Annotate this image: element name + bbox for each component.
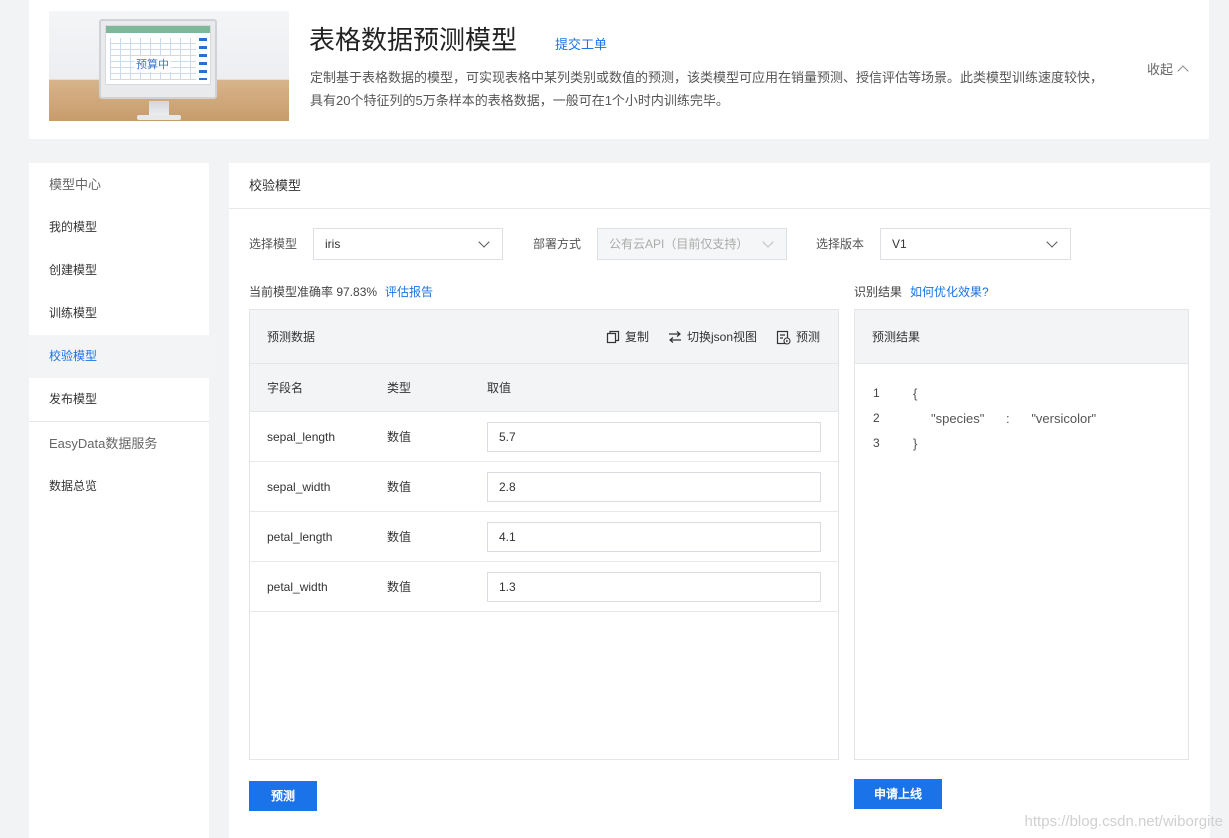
code-text: "species" : "versicolor" xyxy=(913,411,1097,426)
field-type: 数值 xyxy=(387,530,412,544)
field-name: petal_width xyxy=(267,580,328,594)
accuracy-text: 当前模型准确率 97.83% xyxy=(249,285,378,299)
chevron-down-icon xyxy=(1046,236,1058,248)
monitor-label: 预算中 xyxy=(134,56,171,72)
predict-tool-label: 预测 xyxy=(796,330,821,344)
result-line: 识别结果 如何优化效果? xyxy=(854,283,989,300)
predict-panel-title: 预测数据 xyxy=(267,330,316,344)
value-input-sepal-width[interactable] xyxy=(487,472,821,502)
value-input-sepal-length[interactable] xyxy=(487,422,821,452)
model-select-value: iris xyxy=(325,237,341,251)
field-type: 数值 xyxy=(387,430,412,444)
table-header: 字段名 类型 取值 xyxy=(250,364,838,412)
field-name: sepal_length xyxy=(267,430,336,444)
sidebar-head-model-center: 模型中心 xyxy=(49,177,102,192)
toggle-json-view-button[interactable]: 切换json视图 xyxy=(668,310,757,364)
field-type: 数值 xyxy=(387,580,412,594)
field-name: petal_length xyxy=(267,530,333,544)
copy-label: 复制 xyxy=(625,330,650,344)
result-panel-header: 预测结果 xyxy=(855,310,1188,364)
version-select-label: 选择版本 xyxy=(816,237,865,251)
banner-image: 预算中 xyxy=(49,11,289,121)
value-input-petal-width[interactable] xyxy=(487,572,821,602)
sidebar-item-validate-model[interactable]: 校验模型 xyxy=(29,335,209,378)
chevron-up-icon xyxy=(1177,64,1189,77)
monitor-screen: 预算中 xyxy=(105,25,211,85)
column-header-field: 字段名 xyxy=(267,381,304,395)
line-number: 2 xyxy=(873,411,880,425)
deploy-select-label: 部署方式 xyxy=(533,237,582,251)
result-panel-title: 预测结果 xyxy=(872,330,921,344)
copy-icon xyxy=(606,330,620,344)
sidebar-head-easydata: EasyData数据服务 xyxy=(49,436,158,451)
code-text: { xyxy=(913,386,918,401)
accuracy-line: 当前模型准确率 97.83% 评估报告 xyxy=(249,283,433,300)
code-line: 1 { xyxy=(873,386,917,401)
model-select-label: 选择模型 xyxy=(249,237,298,251)
line-number: 1 xyxy=(873,386,880,400)
table-row: sepal_length 数值 xyxy=(250,412,838,462)
table-row: sepal_width 数值 xyxy=(250,462,838,512)
monitor-base xyxy=(137,115,181,120)
page-title: 表格数据预测模型 xyxy=(309,25,518,55)
monitor-side-bars xyxy=(199,38,207,80)
deploy-select-value: 公有云API（目前仅支持） xyxy=(609,237,749,251)
value-input-petal-length[interactable] xyxy=(487,522,821,552)
toggle-json-label: 切换json视图 xyxy=(687,330,758,344)
prediction-result-panel: 预测结果 1 { 2 "species" : "versicolor" 3 } xyxy=(854,309,1189,760)
version-select[interactable]: V1 xyxy=(880,228,1071,260)
code-text: } xyxy=(913,436,918,451)
table-row: petal_length 数值 xyxy=(250,512,838,562)
version-select-value: V1 xyxy=(892,237,907,251)
column-header-value: 取值 xyxy=(487,381,512,395)
sidebar: 模型中心 我的模型 创建模型 训练模型 校验模型 发布模型 EasyData数据… xyxy=(29,163,209,838)
sidebar-item-publish-model[interactable]: 发布模型 xyxy=(29,378,209,421)
predict-data-panel: 预测数据 复制 切换json视图 预测 字段名 类型 取值 sepal_leng… xyxy=(249,309,839,760)
document-play-icon xyxy=(776,330,791,345)
collapse-label: 收起 xyxy=(1146,62,1173,77)
table-row: petal_width 数值 xyxy=(250,562,838,612)
result-label: 识别结果 xyxy=(854,285,903,299)
code-line: 2 "species" : "versicolor" xyxy=(873,411,1096,426)
chevron-down-icon xyxy=(478,236,490,248)
monitor-illustration: 预算中 xyxy=(99,19,217,99)
switch-icon xyxy=(669,331,681,343)
copy-button[interactable]: 复制 xyxy=(606,310,649,364)
collapse-button[interactable]: 收起 xyxy=(1146,59,1189,78)
monitor-topbar xyxy=(106,26,210,33)
sidebar-item-create-model[interactable]: 创建模型 xyxy=(29,249,209,292)
code-line: 3 } xyxy=(873,436,917,451)
predict-panel-header: 预测数据 复制 切换json视图 预测 xyxy=(250,310,838,364)
chevron-down-icon xyxy=(762,236,774,248)
apply-online-button[interactable]: 申请上线 xyxy=(854,779,942,809)
section-title: 校验模型 xyxy=(229,163,1210,209)
line-number: 3 xyxy=(873,436,880,450)
field-type: 数值 xyxy=(387,480,412,494)
sidebar-item-train-model[interactable]: 训练模型 xyxy=(29,292,209,335)
sidebar-item-data-overview[interactable]: 数据总览 xyxy=(29,465,209,508)
model-select[interactable]: iris xyxy=(313,228,503,260)
deploy-select: 公有云API（目前仅支持） xyxy=(597,228,787,260)
submit-ticket-link[interactable]: 提交工单 xyxy=(555,34,607,53)
field-name: sepal_width xyxy=(267,480,331,494)
evaluation-report-link[interactable]: 评估报告 xyxy=(385,285,433,299)
main-content: 校验模型 选择模型 iris 部署方式 公有云API（目前仅支持） 选择版本 V… xyxy=(229,163,1210,838)
banner-description: 定制基于表格数据的模型，可实现表格中某列类别或数值的预测，该类模型可应用在销量预… xyxy=(310,70,1104,108)
predict-tool-button[interactable]: 预测 xyxy=(776,310,820,364)
optimize-link[interactable]: 如何优化效果? xyxy=(910,285,989,299)
column-header-type: 类型 xyxy=(387,381,412,395)
predict-button[interactable]: 预测 xyxy=(249,781,317,811)
sidebar-item-my-models[interactable]: 我的模型 xyxy=(29,206,209,249)
header-banner: 预算中 表格数据预测模型 提交工单 定制基于表格数据的模型，可实现表格中某列类别… xyxy=(29,0,1209,139)
watermark: https://blog.csdn.net/wiborgite xyxy=(1024,813,1223,830)
